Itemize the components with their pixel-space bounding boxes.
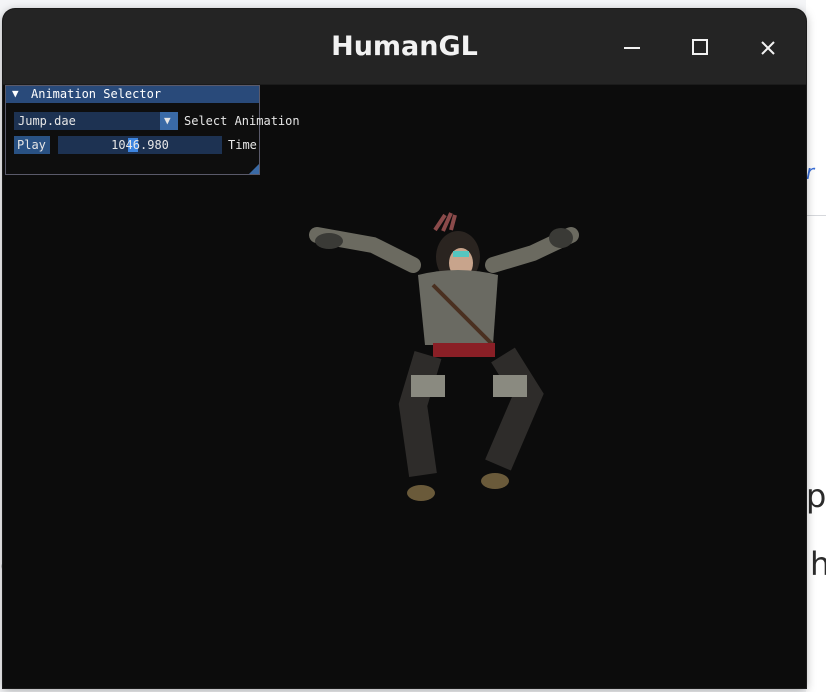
render-viewport[interactable] xyxy=(3,85,806,688)
background-divider xyxy=(806,215,826,216)
background-page xyxy=(806,0,826,692)
minimize-icon xyxy=(624,47,640,49)
close-button[interactable] xyxy=(753,33,783,63)
resize-grip[interactable] xyxy=(249,164,259,174)
window-titlebar[interactable]: HumanGL xyxy=(3,9,806,85)
combo-dropdown-button[interactable]: ▼ xyxy=(160,112,178,130)
panel-titlebar[interactable]: ▼ Animation Selector xyxy=(6,86,259,103)
panel-title: Animation Selector xyxy=(31,87,162,101)
chevron-down-icon: ▼ xyxy=(164,114,171,127)
background-link-fragment[interactable]: r xyxy=(806,160,814,184)
humangl-window: HumanGL ▼ Animation Selector Jump.dae ▼ … xyxy=(3,9,806,688)
background-text-fragment: p xyxy=(806,477,826,515)
time-slider-label: Time xyxy=(228,138,257,152)
background-text-fragment: h xyxy=(810,545,826,583)
maximize-icon xyxy=(692,39,708,55)
maximize-button[interactable] xyxy=(685,33,715,63)
collapse-arrow-icon[interactable]: ▼ xyxy=(12,87,19,100)
close-icon xyxy=(761,41,775,55)
character-model xyxy=(309,212,579,501)
time-slider-value: 1046.980 xyxy=(111,138,169,152)
combo-label: Select Animation xyxy=(184,114,300,128)
play-button[interactable]: Play xyxy=(14,136,50,154)
time-slider[interactable]: 1046.980 xyxy=(58,136,222,154)
animation-combo-value: Jump.dae xyxy=(18,114,76,128)
play-button-label: Play xyxy=(17,138,46,152)
animation-selector-panel[interactable]: ▼ Animation Selector Jump.dae ▼ Select A… xyxy=(5,85,300,175)
animation-combo[interactable]: Jump.dae ▼ xyxy=(14,112,178,130)
minimize-button[interactable] xyxy=(617,33,647,63)
